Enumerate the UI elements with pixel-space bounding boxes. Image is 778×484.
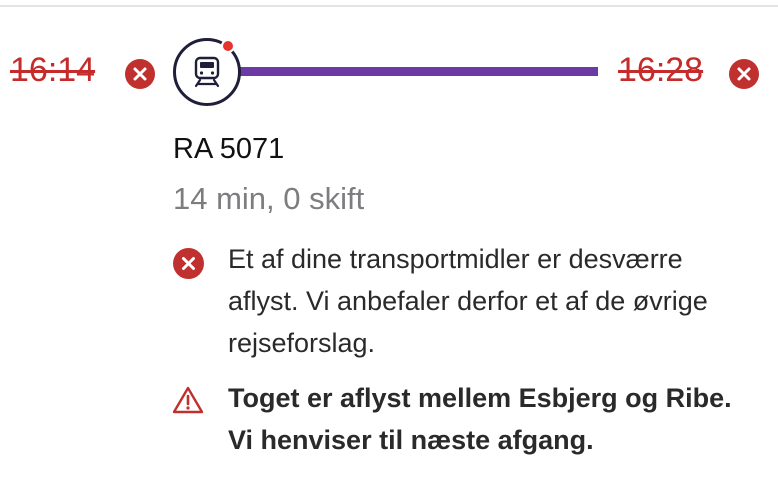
departure-time: 16:14 [10,51,96,89]
warning-triangle-icon [172,385,204,420]
cancelled-departure-icon [125,59,155,89]
train-id: RA 5071 [173,133,285,165]
journey-card[interactable]: 16:14 16:28 RA 5071 14 min, 0 skift Et a… [0,0,778,484]
journey-duration: 14 min, 0 skift [173,181,365,216]
alert-dot-icon [221,39,235,53]
arrival-time: 16:28 [618,51,704,89]
cancel-circle-icon [173,248,204,279]
route-line [240,67,598,76]
cancelled-arrival-icon [729,59,759,89]
divider [0,5,778,7]
cancellation-message: Et af dine transportmidler er desværre a… [228,244,708,358]
disruption-warning-message: Toget er aflyst mellem Esbjerg og Ribe. … [228,383,732,455]
